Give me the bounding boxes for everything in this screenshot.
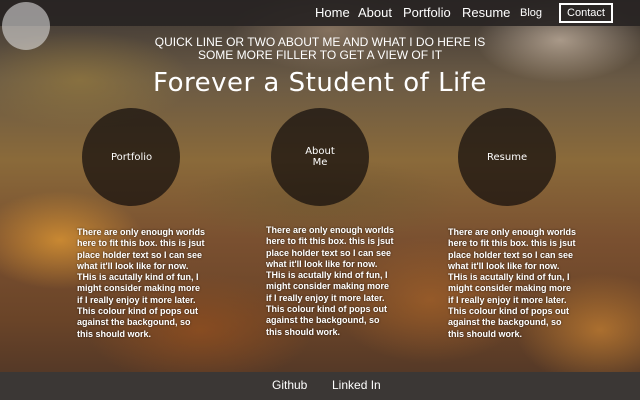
github-link[interactable]: Github: [272, 378, 307, 392]
resume-description: There are only enough worlds here to fit…: [448, 227, 577, 339]
about-me-description: There are only enough worlds here to fit…: [266, 225, 395, 337]
page-title: Forever a Student of Life: [153, 68, 487, 98]
nav-home-link[interactable]: Home: [315, 5, 350, 20]
contact-button[interactable]: Contact: [559, 3, 613, 23]
nav-resume-link[interactable]: Resume: [462, 5, 510, 20]
portfolio-circle-button[interactable]: Portfolio: [82, 108, 180, 206]
resume-circle-button[interactable]: Resume: [458, 108, 556, 206]
nav-blog-link[interactable]: Blog: [520, 7, 542, 19]
nav-about-link[interactable]: About: [358, 5, 392, 20]
circle-label: Portfolio: [111, 151, 153, 163]
tagline: QUICK LINE OR TWO ABOUT ME AND WHAT I DO…: [154, 35, 486, 62]
about-me-circle-button[interactable]: About Me: [271, 108, 369, 206]
linkedin-link[interactable]: Linked In: [332, 378, 381, 392]
top-navbar: Home About Portfolio Resume Blog Contact: [0, 0, 640, 26]
circle-label: About Me: [305, 146, 335, 168]
logo-avatar[interactable]: [2, 2, 50, 50]
circle-label: Resume: [487, 151, 528, 163]
nav-portfolio-link[interactable]: Portfolio: [403, 5, 451, 20]
portfolio-description: There are only enough worlds here to fit…: [77, 227, 206, 339]
footer: Github Linked In: [0, 372, 640, 400]
